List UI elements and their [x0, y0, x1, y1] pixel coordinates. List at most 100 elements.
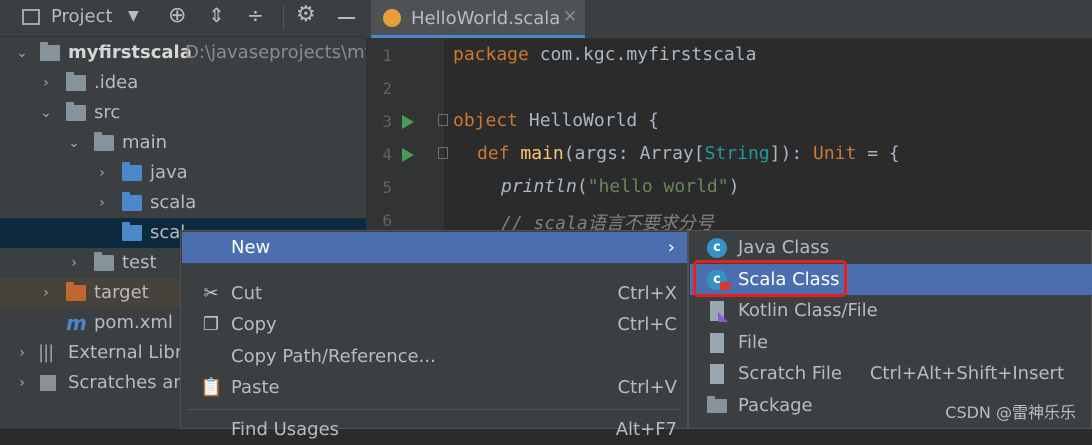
tree-item-label: test: [122, 252, 157, 273]
code-line-5[interactable]: println("hello world"): [501, 176, 739, 197]
tree-item-scala[interactable]: › scala: [0, 188, 366, 218]
menu-item-copy-path[interactable]: Copy Path/Reference...: [182, 341, 687, 372]
scala-object-icon: [383, 9, 401, 27]
excluded-folder-icon: [66, 282, 86, 301]
tree-item-idea[interactable]: › .idea: [0, 68, 366, 98]
menu-item-paste[interactable]: 📋 Paste Ctrl+V: [182, 372, 687, 403]
tree-item-label: myfirstscala: [68, 42, 192, 63]
menu-item-new[interactable]: New ›: [182, 232, 687, 263]
menu-item-label: Cut: [231, 283, 263, 304]
tree-item-label: target: [94, 282, 149, 303]
watermark: CSDN @雷神乐乐: [945, 403, 1076, 422]
copy-icon: ❐: [202, 314, 220, 335]
context-menu: New › ✂ Cut Ctrl+X ❐ Copy Ctrl+C Copy Pa…: [180, 230, 688, 440]
line-number: 2: [382, 79, 392, 98]
code-line-3[interactable]: object HelloWorld {: [453, 110, 659, 131]
project-view-title[interactable]: Project: [51, 6, 113, 27]
locate-icon[interactable]: ⊕: [168, 3, 186, 28]
source-folder-icon: [122, 192, 142, 211]
tree-item-label: External Libra: [68, 342, 194, 363]
tab-title: HelloWorld.scala: [411, 8, 561, 29]
tree-item-label: scala: [150, 192, 197, 213]
submenu-item-scratch-file[interactable]: Scratch File Ctrl+Alt+Shift+Insert: [690, 358, 1092, 389]
project-view-icon[interactable]: [22, 9, 40, 25]
project-panel-header: Project ▼ ⊕ ⇕ ÷ ⚙: [0, 0, 366, 37]
scissors-icon: ✂: [203, 283, 219, 304]
expand-all-icon[interactable]: ⇕: [208, 3, 225, 27]
gear-icon[interactable]: ⚙: [296, 2, 316, 27]
submenu-item-java-class[interactable]: c Java Class: [690, 232, 1092, 263]
scratch-file-icon: [710, 364, 724, 384]
fold-icon[interactable]: [438, 147, 448, 159]
minimize-icon[interactable]: [338, 17, 355, 19]
menu-item-cut[interactable]: ✂ Cut Ctrl+X: [182, 278, 687, 309]
menu-item-label: Copy Path/Reference...: [231, 346, 436, 367]
module-folder-icon: [40, 42, 60, 61]
menu-item-find-usages[interactable]: Find Usages Alt+F7: [182, 414, 687, 445]
editor-tab[interactable]: HelloWorld.scala ✕: [371, 0, 585, 38]
submenu-item-label: Java Class: [738, 237, 830, 258]
folder-icon: [66, 102, 86, 121]
tree-item-label: pom.xml: [94, 312, 173, 333]
submenu-item-label: File: [738, 332, 769, 353]
tree-item-src[interactable]: ⌄ src: [0, 98, 366, 128]
submenu-item-file[interactable]: File: [690, 327, 1092, 358]
line-number: 1: [382, 46, 392, 65]
tree-item-label: main: [122, 132, 167, 153]
chevron-right-icon[interactable]: ›: [14, 338, 30, 368]
chevron-right-icon[interactable]: ›: [38, 68, 54, 98]
folder-icon: [94, 252, 114, 271]
run-icon[interactable]: [402, 115, 414, 129]
menu-item-shortcut: Alt+F7: [615, 419, 677, 440]
folder-icon: [94, 132, 114, 151]
clipboard-icon: 📋: [200, 377, 223, 398]
code-line-1[interactable]: package com.kgc.myfirstscala: [453, 44, 756, 65]
menu-item-shortcut: Ctrl+X: [617, 283, 677, 304]
java-class-icon: c: [707, 238, 727, 258]
chevron-down-icon[interactable]: ▼: [128, 8, 139, 24]
package-icon: [707, 396, 727, 413]
tree-item-root[interactable]: ⌄ myfirstscala D:\javaseprojects\my: [0, 38, 375, 68]
kotlin-badge-icon: [718, 312, 728, 322]
tree-item-label: .idea: [94, 72, 139, 93]
fold-icon[interactable]: [438, 114, 448, 126]
library-icon: |||: [38, 342, 54, 363]
chevron-down-icon[interactable]: ⌄: [66, 128, 82, 158]
submenu-item-shortcut: Ctrl+Alt+Shift+Insert: [869, 363, 1064, 384]
submenu-item-label: Scratch File: [738, 363, 842, 384]
chevron-down-icon[interactable]: ⌄: [38, 98, 54, 128]
line-number: 5: [382, 178, 392, 197]
tree-item-path: D:\javaseprojects\my: [185, 42, 376, 63]
chevron-down-icon[interactable]: ⌄: [14, 38, 30, 68]
source-folder-icon: [122, 222, 142, 241]
tree-item-java[interactable]: › java: [0, 158, 366, 188]
code-token: main: [520, 143, 564, 164]
code-token: "hello world": [587, 176, 729, 197]
tree-item-label: Scratches and: [68, 372, 197, 393]
submenu-arrow-icon: ›: [667, 237, 675, 258]
line-number: 6: [382, 211, 392, 230]
submenu-item-kotlin-class[interactable]: Kotlin Class/File: [690, 295, 1092, 326]
scratches-icon: [40, 375, 56, 391]
collapse-all-icon[interactable]: ÷: [247, 3, 264, 27]
code-token: = {: [856, 143, 900, 164]
chevron-right-icon[interactable]: ›: [66, 248, 82, 278]
code-token: ]):: [769, 143, 813, 164]
menu-item-label: Paste: [231, 377, 280, 398]
chevron-right-icon[interactable]: ›: [38, 278, 54, 308]
menu-item-label: Copy: [231, 314, 277, 335]
close-icon[interactable]: ✕: [563, 7, 577, 27]
chevron-right-icon[interactable]: ›: [94, 158, 110, 188]
menu-item-copy[interactable]: ❐ Copy Ctrl+C: [182, 309, 687, 340]
tree-item-main[interactable]: ⌄ main: [0, 128, 366, 158]
submenu-item-label: Kotlin Class/File: [738, 300, 878, 321]
code-token: String: [704, 143, 770, 164]
run-icon[interactable]: [402, 148, 414, 162]
menu-separator: [187, 409, 681, 410]
code-token: package: [453, 44, 529, 65]
chevron-right-icon[interactable]: ›: [94, 188, 110, 218]
chevron-right-icon[interactable]: ›: [14, 368, 30, 398]
code-line-4[interactable]: def main(args: Array[String]): Unit = {: [477, 143, 900, 164]
menu-item-shortcut: Ctrl+C: [617, 314, 677, 335]
line-number: 4: [382, 145, 392, 164]
